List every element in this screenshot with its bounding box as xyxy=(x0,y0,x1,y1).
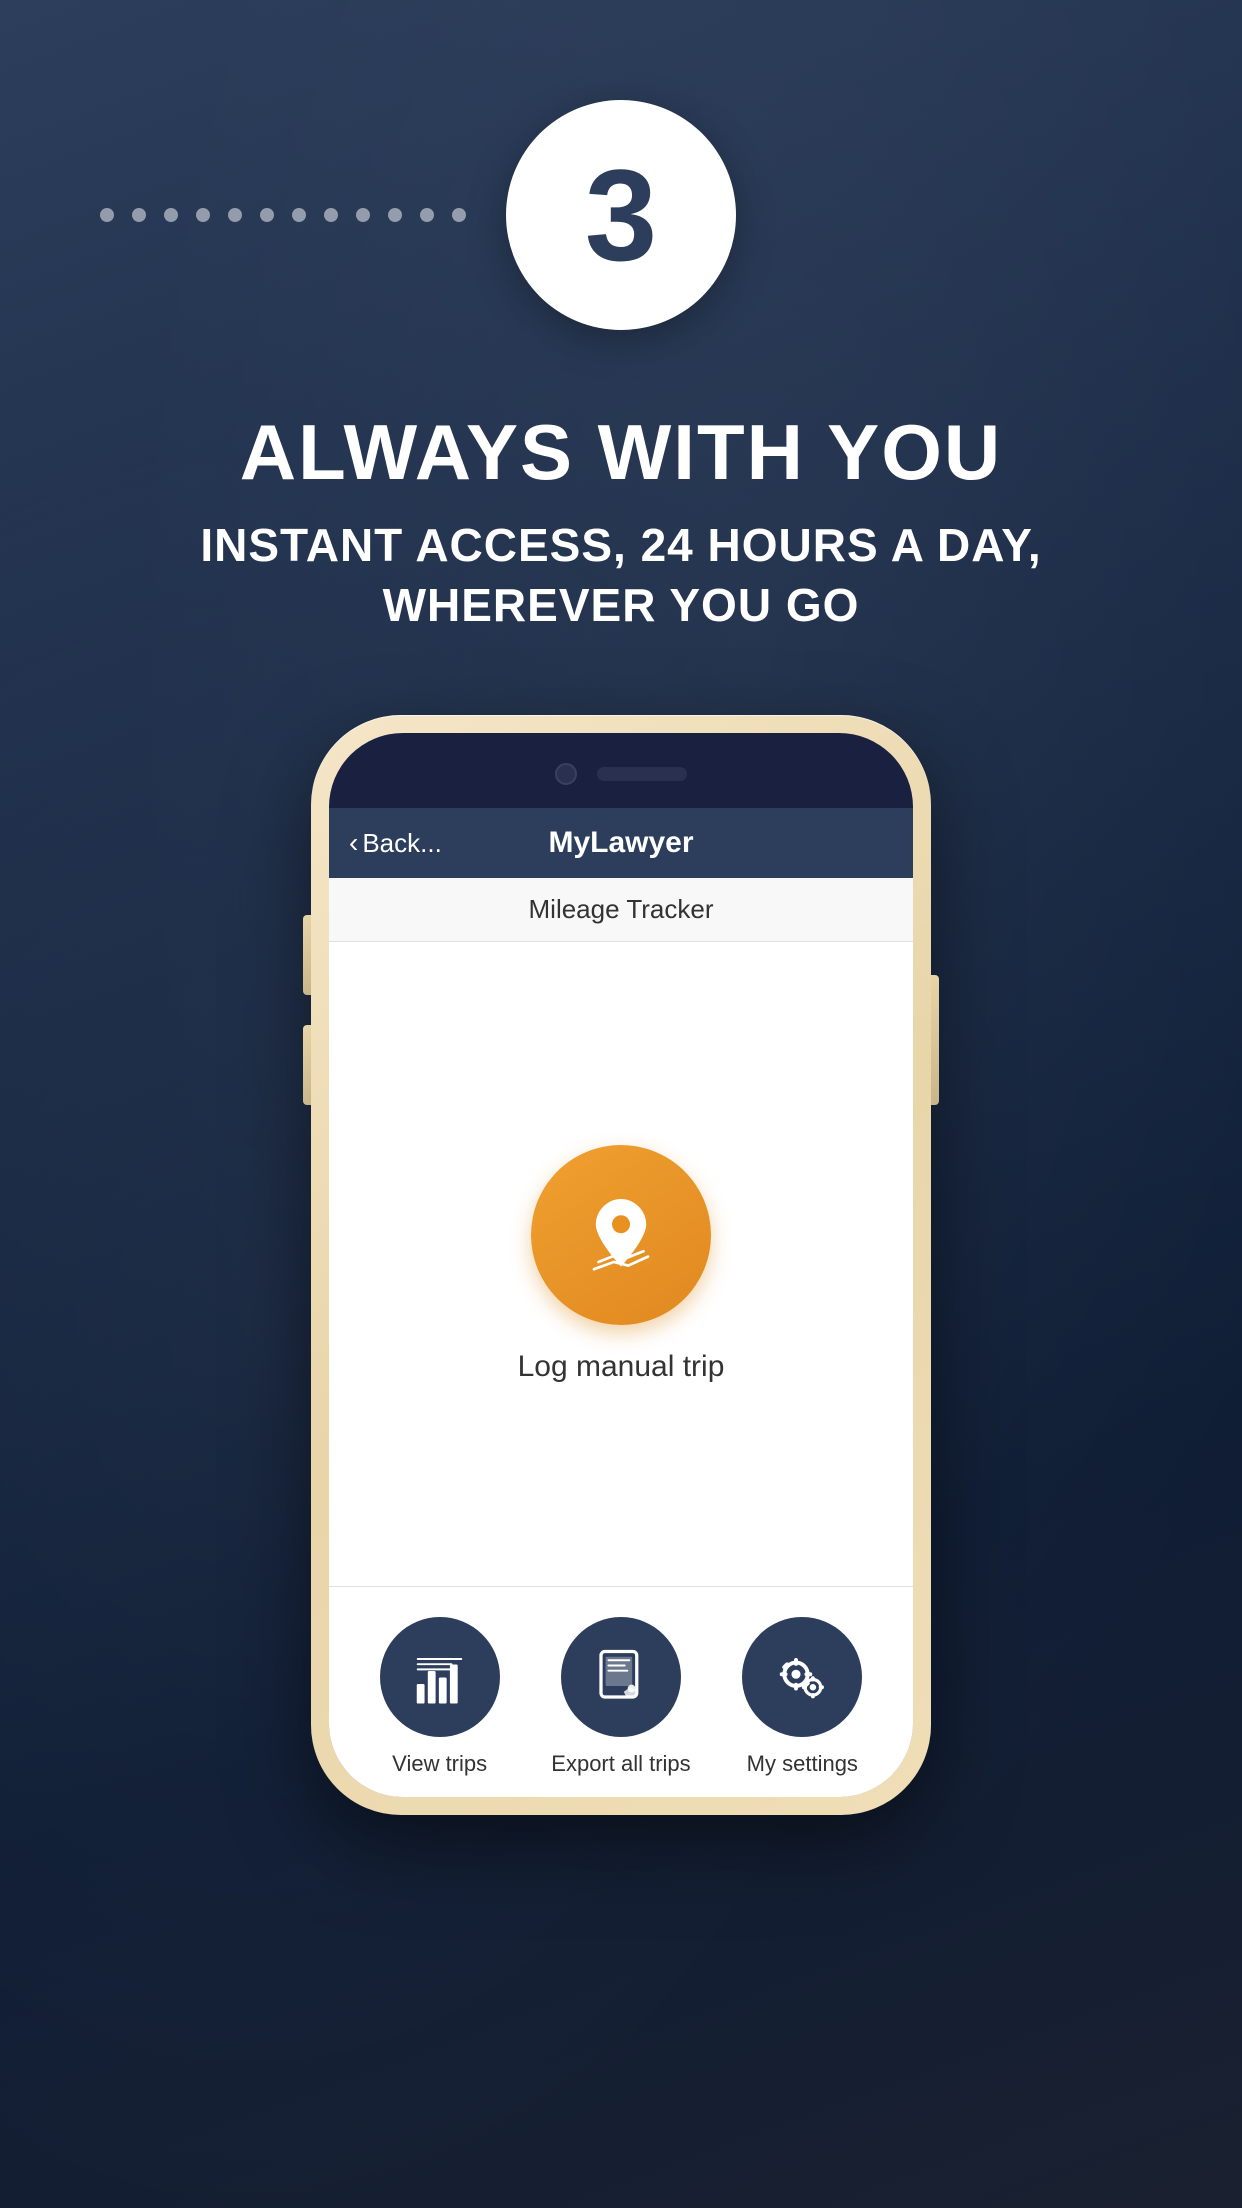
dot-6 xyxy=(260,208,274,222)
phone-speaker xyxy=(597,767,687,781)
nav-back-button[interactable]: ‹ Back... xyxy=(349,827,442,859)
list-chart-icon xyxy=(407,1645,472,1710)
map-pin-icon xyxy=(576,1190,666,1280)
dot-2 xyxy=(132,208,146,222)
step-number-circle: 3 xyxy=(506,100,736,330)
dot-10 xyxy=(388,208,402,222)
sub-header: Mileage Tracker xyxy=(329,878,913,942)
dot-9 xyxy=(356,208,370,222)
nav-bar: ‹ Back... MyLawyer xyxy=(329,808,913,878)
phone-top-bar xyxy=(521,763,721,785)
export-trips-icon-circle xyxy=(561,1617,681,1737)
headline-main: ALWAYS WITH YOU xyxy=(80,410,1162,496)
step-number: 3 xyxy=(585,150,657,280)
export-trips-label: Export all trips xyxy=(551,1751,690,1777)
headline-block: ALWAYS WITH YOU INSTANT ACCESS, 24 HOURS… xyxy=(0,410,1242,635)
dot-4 xyxy=(196,208,210,222)
phone-mockup: ‹ Back... MyLawyer Mileage Tracker xyxy=(311,715,931,1815)
dot-3 xyxy=(164,208,178,222)
dot-7 xyxy=(292,208,306,222)
tablet-export-icon xyxy=(588,1645,653,1710)
nav-back-label: Back... xyxy=(362,828,441,859)
phone-screen: ‹ Back... MyLawyer Mileage Tracker xyxy=(329,808,913,1797)
view-trips-icon-circle xyxy=(380,1617,500,1737)
my-settings-label: My settings xyxy=(747,1751,858,1777)
dot-1 xyxy=(100,208,114,222)
sub-header-text: Mileage Tracker xyxy=(529,894,714,924)
chevron-left-icon: ‹ xyxy=(349,827,358,859)
log-trip-button[interactable] xyxy=(531,1145,711,1325)
settings-icon-circle xyxy=(742,1617,862,1737)
step-indicator: 3 xyxy=(0,100,1242,330)
dots-progress xyxy=(100,208,466,222)
dot-11 xyxy=(420,208,434,222)
dot-12 xyxy=(452,208,466,222)
phone-inner-shell: ‹ Back... MyLawyer Mileage Tracker xyxy=(329,733,913,1797)
view-trips-label: View trips xyxy=(392,1751,487,1777)
main-action-area[interactable]: Log manual trip xyxy=(329,942,913,1587)
dot-8 xyxy=(324,208,338,222)
dot-5 xyxy=(228,208,242,222)
headline-sub: INSTANT ACCESS, 24 HOURS A DAY, WHEREVER… xyxy=(80,516,1162,636)
bottom-grid: View trips xyxy=(329,1587,913,1797)
grid-item-settings[interactable]: My settings xyxy=(721,1617,884,1777)
phone-camera xyxy=(555,763,577,785)
gear-icon xyxy=(770,1645,835,1710)
phone-volume-up xyxy=(303,915,311,995)
log-trip-label: Log manual trip xyxy=(518,1350,725,1384)
phone-power-button xyxy=(931,975,939,1105)
phone-outer-shell: ‹ Back... MyLawyer Mileage Tracker xyxy=(311,715,931,1815)
nav-title: MyLawyer xyxy=(548,826,693,860)
phone-volume-down xyxy=(303,1025,311,1105)
grid-item-view-trips[interactable]: View trips xyxy=(358,1617,521,1777)
grid-item-export-trips[interactable]: Export all trips xyxy=(539,1617,702,1777)
